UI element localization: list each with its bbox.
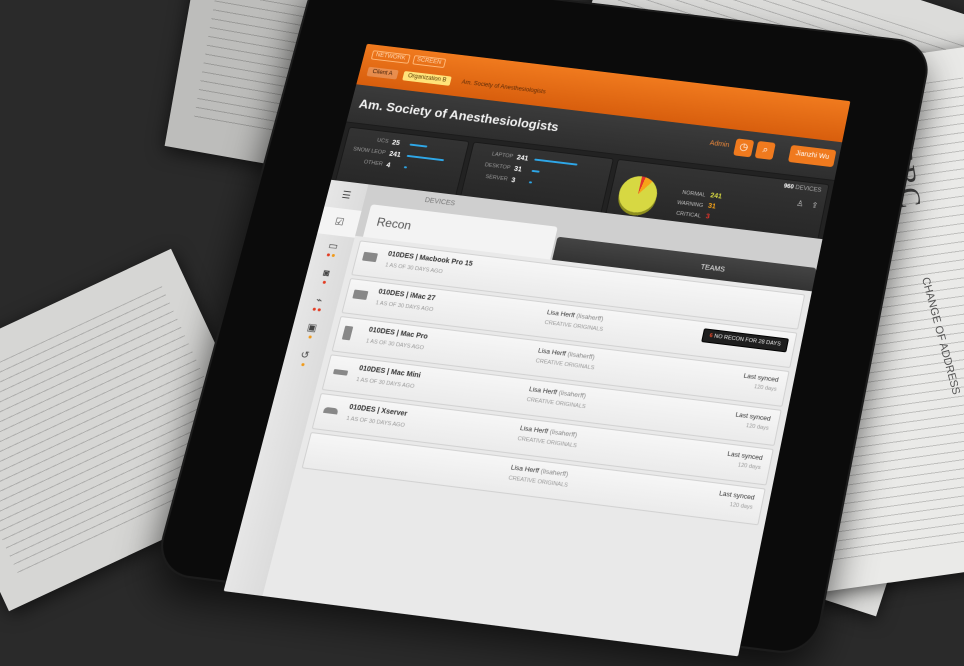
app-screen: NETWORK SCREEN Client A Organization B A… [223,43,851,657]
breadcrumb-organization[interactable]: Organization B [401,70,453,86]
search-icon[interactable]: ⌕ [754,140,776,160]
pulse-icon: ⌁ [314,295,324,307]
status-badge: 6 NO RECON FOR 28 DAYS [701,328,790,353]
brand-logo: NETWORK SCREEN [370,50,447,69]
stat-bar [406,154,445,162]
person-icon[interactable]: ♙ [796,199,805,208]
stat-bar [534,158,578,166]
last-synced: Last synced 120 days [726,450,764,472]
main-area: ☰ ☑ ▭ ◙ ⌁ ▣ ↺ DEVICES TEAMS Recon 010DES… [223,179,823,657]
stat-bar [409,143,428,148]
health-legend: NORMAL 241 WARNING 31 CRITICAL 3 [664,186,723,224]
mini-icon [332,368,349,376]
history-icon: ↺ [299,349,311,362]
camera-icon: ◙ [321,267,331,280]
tower-icon [341,325,354,341]
tab-devices[interactable]: DEVICES [424,197,456,207]
stat-bar [403,166,408,169]
laptop-icon: ▭ [327,240,340,253]
stat-bar [531,169,540,173]
stat-bar [528,181,533,184]
last-synced: Last synced 120 days [734,411,772,432]
device-total: 960 DEVICES [783,183,822,194]
last-synced: Last synced 120 days [718,490,756,511]
checklist-icon: ☑ [333,216,346,228]
section-title: Recon [375,214,413,233]
user-menu[interactable]: Jianzhi Wu [787,144,837,168]
breadcrumb-client[interactable]: Client A [366,66,399,80]
health-pie-chart [615,174,661,215]
desktop-icon [352,289,369,300]
export-icon[interactable]: ⇪ [811,201,819,210]
breadcrumb-path: Am. Society of Anesthesiologists [460,79,547,96]
device-list: 010DES | Macbook Pro 15 1 AS OF 30 DAYS … [262,235,812,657]
server-icon [323,406,339,415]
laptop-icon [361,251,379,263]
clock-icon[interactable]: ◷ [733,138,755,158]
list-icon: ☰ [340,189,353,202]
battery-icon: ▣ [305,322,319,335]
stats-actions: ♙ ⇪ [796,199,819,210]
last-synced: Last synced 120 days [742,372,780,393]
admin-link[interactable]: Admin [709,140,730,149]
